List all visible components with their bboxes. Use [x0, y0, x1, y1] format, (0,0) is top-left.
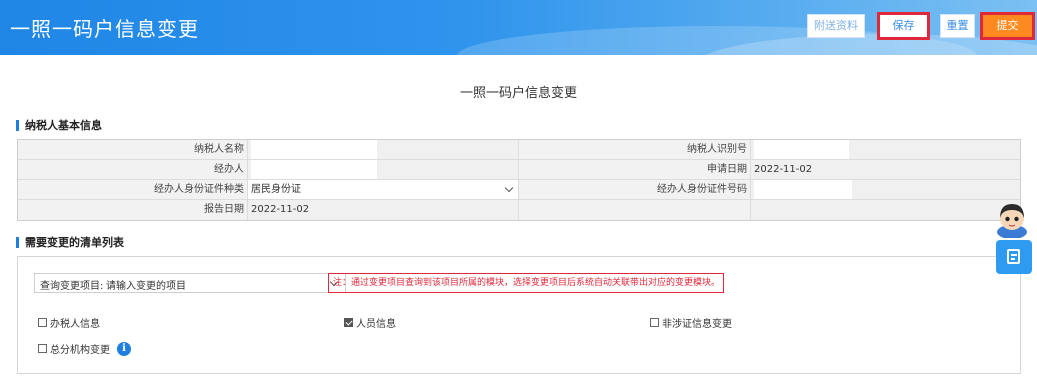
save-button[interactable]: 保存 — [877, 12, 930, 40]
change-item-select[interactable]: 查询变更项目: 请输入变更的项目 — [34, 273, 346, 293]
checked-checkbox-icon — [344, 318, 353, 327]
change-list-panel: 查询变更项目: 请输入变更的项目 注：通过变更项目查询到该项目所属的模块，选择变… — [17, 256, 1021, 374]
id-type-select[interactable]: 居民身份证 — [248, 180, 519, 199]
checkbox-icon — [38, 318, 47, 327]
side-document-button[interactable] — [996, 240, 1032, 274]
checkbox-icon — [650, 318, 659, 327]
checkbox-non-license-change[interactable]: 非涉证信息变更 — [650, 315, 732, 330]
attach-documents-button[interactable]: 附送资料 — [807, 14, 865, 38]
checkbox-label: 办税人信息 — [50, 319, 100, 330]
checkbox-taxoffice-info[interactable]: 办税人信息 — [38, 315, 100, 330]
checkbox-label: 总分机构变更 — [50, 345, 110, 356]
taxpayer-name-field[interactable] — [248, 140, 519, 159]
hint-text: 注：通过变更项目查询到该项目所属的模块，选择变更项目后系统自动关联带出对应的变更… — [328, 273, 724, 293]
checkbox-label: 人员信息 — [356, 319, 396, 330]
section-title-basic-info: 纳税人基本信息 — [16, 120, 102, 131]
page-title: 一照一码户信息变更 — [459, 86, 577, 101]
form-row: 报告日期 2022-11-02 — [18, 200, 1020, 220]
field-label: 报告日期 — [18, 200, 248, 220]
chevron-down-icon — [504, 183, 514, 193]
application-date-value: 2022-11-02 — [751, 160, 1020, 179]
checkbox-personnel-info[interactable]: 人员信息 — [344, 315, 396, 330]
checkbox-icon — [38, 344, 47, 353]
form-row: 纳税人名称 纳税人识别号 — [18, 140, 1020, 160]
report-date-value: 2022-11-02 — [248, 200, 519, 220]
document-icon — [1007, 249, 1020, 264]
reset-button[interactable]: 重置 — [940, 14, 975, 38]
field-label: 经办人 — [18, 160, 248, 179]
field-label: 经办人身份证件种类 — [18, 180, 248, 199]
app-title: 一照一码户信息变更 — [10, 17, 199, 41]
empty-value — [751, 200, 1020, 220]
basic-info-form: 纳税人名称 纳税人识别号 经办人 申请日期 2022-11-02 经办人身份证件… — [17, 139, 1021, 221]
query-placeholder: 请输入变更的项目 — [106, 281, 186, 292]
form-row: 经办人身份证件种类 居民身份证 经办人身份证件号码 — [18, 180, 1020, 200]
info-icon[interactable]: i — [117, 341, 131, 356]
assistant-avatar-icon[interactable] — [992, 198, 1032, 238]
checkbox-branch-change[interactable]: 总分机构变更 i — [38, 341, 131, 356]
agent-name-field[interactable] — [248, 160, 519, 179]
form-row: 经办人 申请日期 2022-11-02 — [18, 160, 1020, 180]
field-label: 申请日期 — [519, 160, 751, 179]
id-type-value: 居民身份证 — [251, 184, 301, 195]
field-label: 经办人身份证件号码 — [519, 180, 751, 199]
field-label — [519, 200, 751, 220]
checkbox-label: 非涉证信息变更 — [662, 319, 732, 330]
agent-id-number-field[interactable] — [751, 180, 1020, 199]
taxpayer-id-field[interactable] — [751, 140, 1020, 159]
field-label: 纳税人识别号 — [519, 140, 751, 159]
section-title-change-list: 需要变更的清单列表 — [16, 237, 124, 248]
submit-button[interactable]: 提交 — [980, 12, 1035, 40]
header-bar: 一照一码户信息变更 附送资料 保存 重置 提交 — [0, 0, 1037, 55]
field-label: 纳税人名称 — [18, 140, 248, 159]
query-label: 查询变更项目: — [40, 281, 104, 292]
